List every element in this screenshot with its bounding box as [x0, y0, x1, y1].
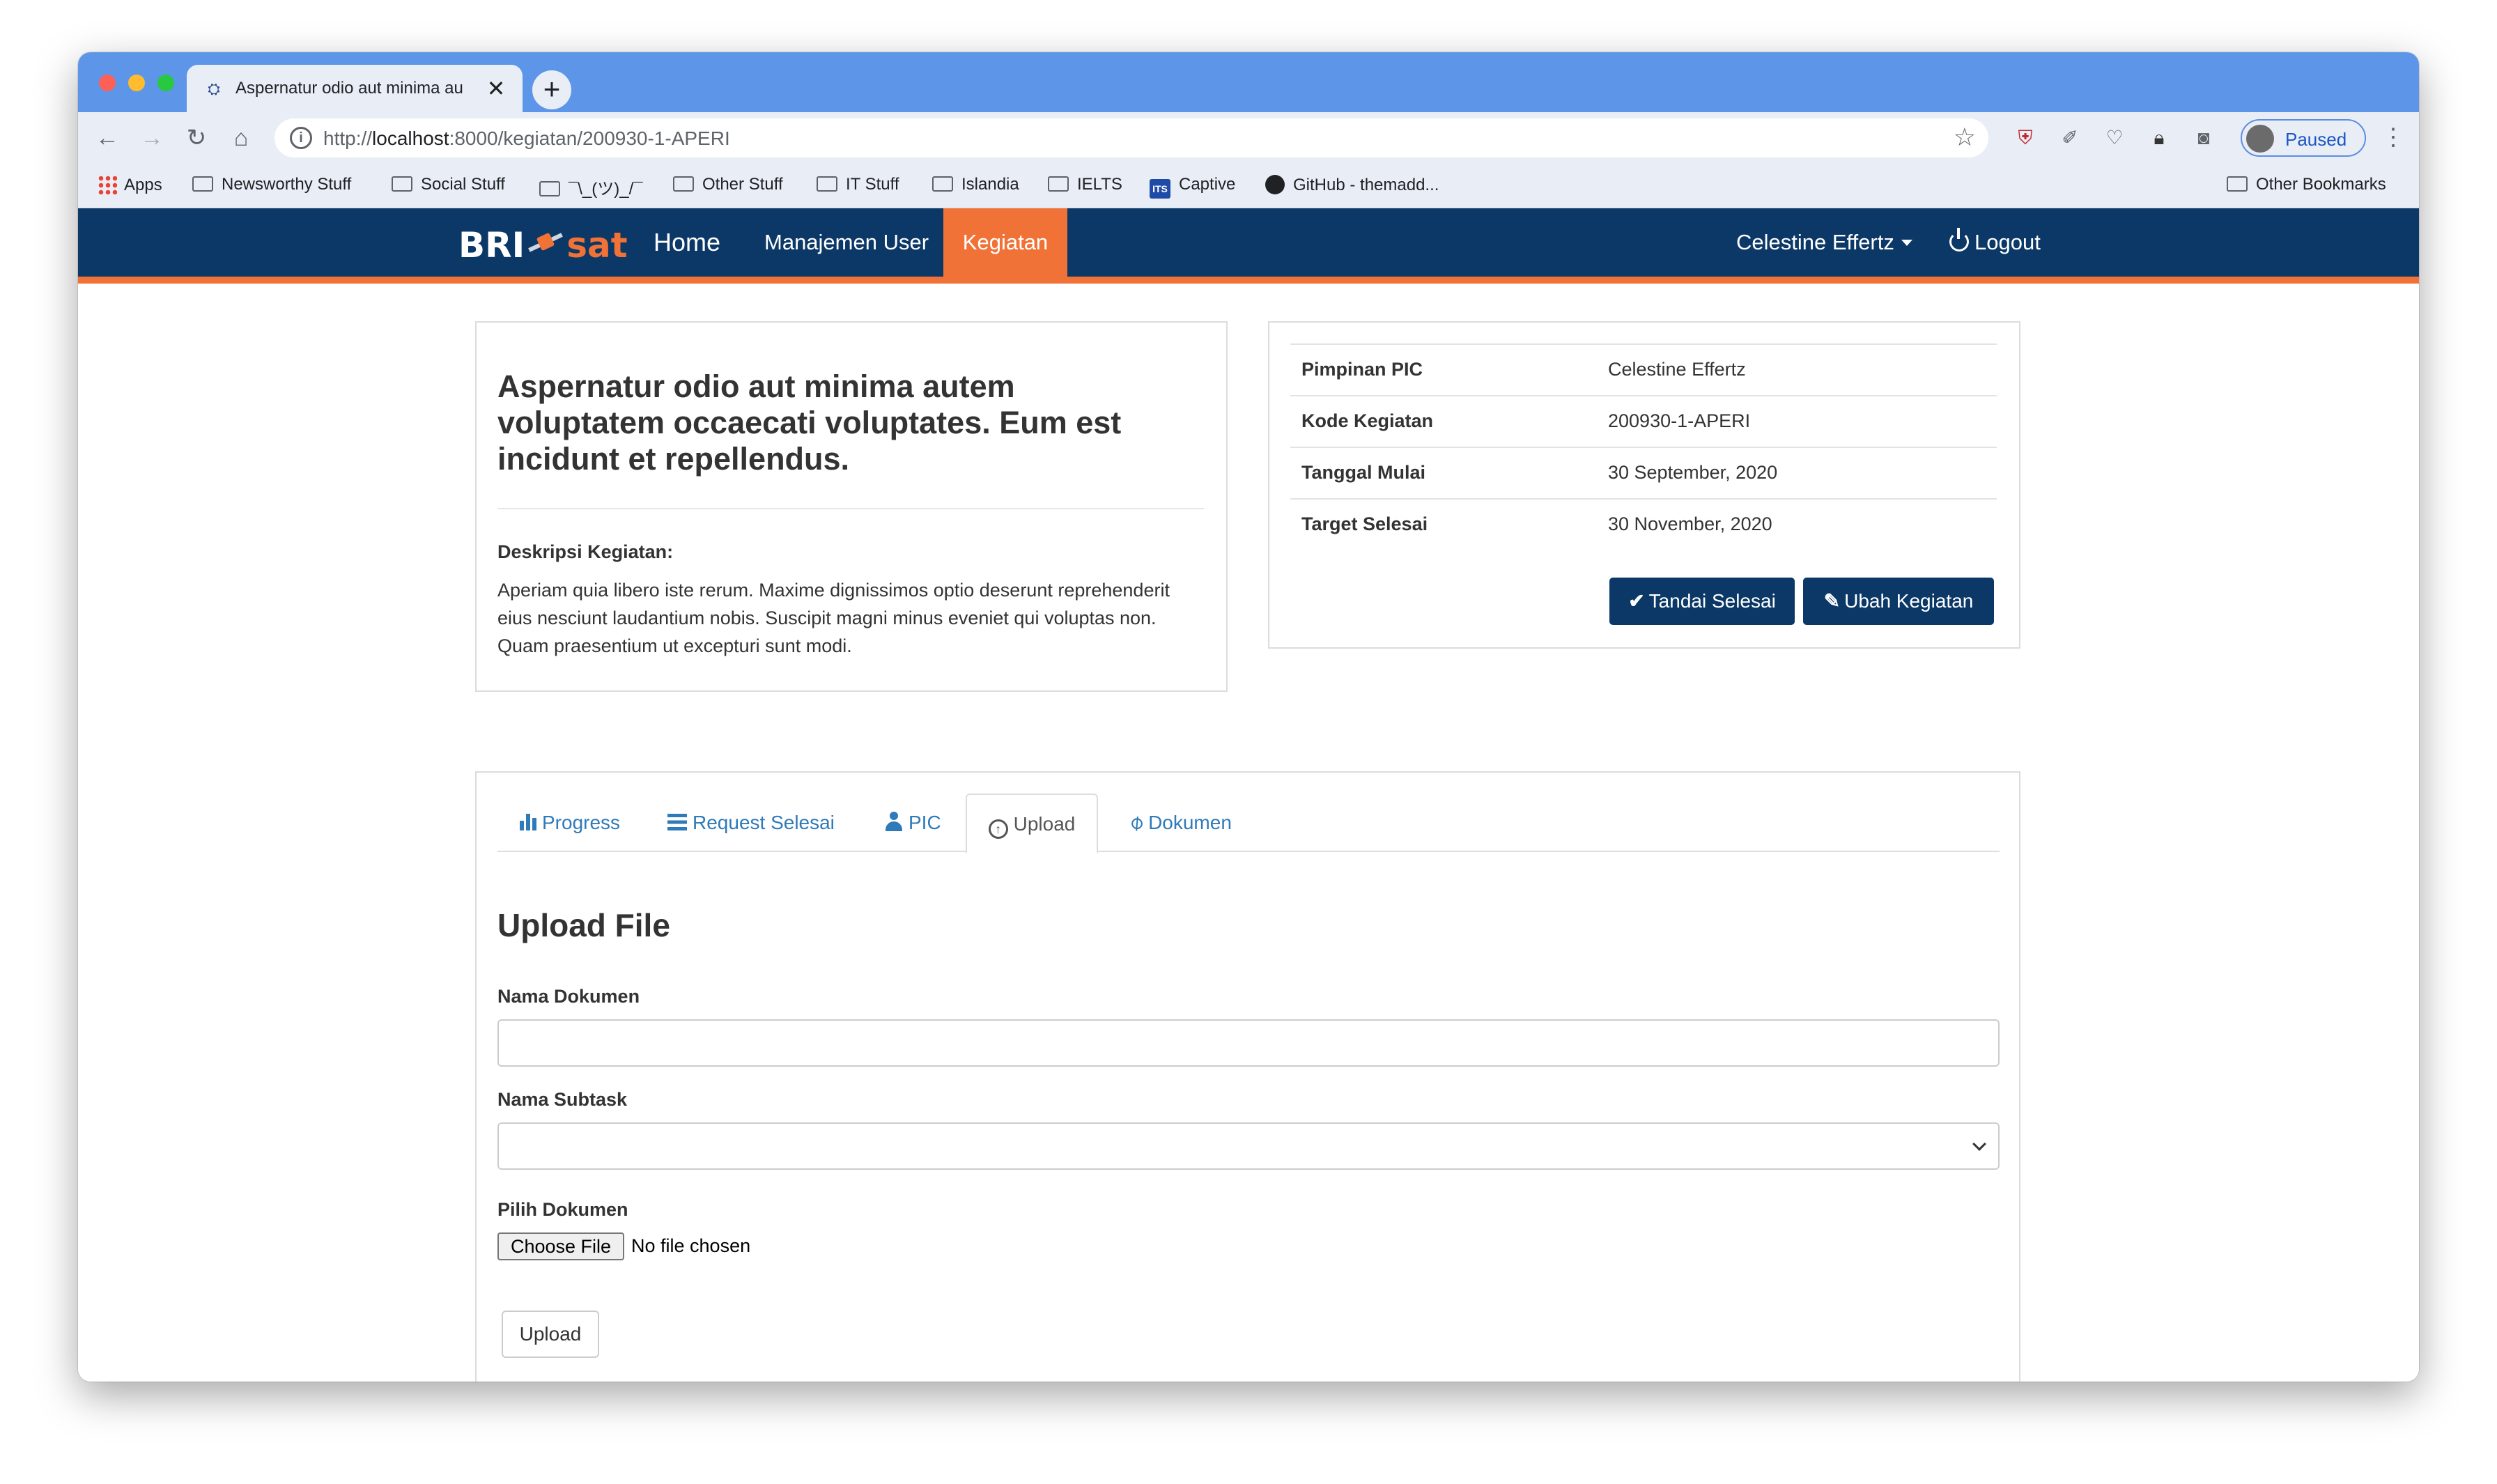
- tab-close-icon[interactable]: ✕: [482, 75, 510, 102]
- bookmark-github[interactable]: GitHub - themadd...: [1265, 175, 1439, 195]
- folder-icon: [192, 176, 213, 192]
- home-icon[interactable]: ⌂: [224, 121, 258, 155]
- tab-documents[interactable]: ⌀Dokumen: [1124, 794, 1232, 852]
- info-row-start: Tanggal Mulai 30 September, 2020: [1290, 447, 1997, 498]
- github-icon: [1265, 175, 1285, 194]
- bookmark-captive[interactable]: ITS Captive: [1150, 175, 1235, 199]
- browser-tab-active[interactable]: ⛭ Aspernatur odio aut minima au ✕: [187, 65, 523, 112]
- user-icon: [885, 812, 903, 831]
- tab-title: Aspernatur odio aut minima au: [235, 79, 463, 98]
- edit-icon: ✎: [1823, 590, 1841, 612]
- address-bar[interactable]: i http://localhost:8000/kegiatan/200930-…: [275, 118, 1988, 157]
- camera-icon[interactable]: ◙: [2189, 123, 2218, 153]
- forward-arrow-icon[interactable]: →: [135, 121, 169, 155]
- check-icon: ✔: [1628, 590, 1645, 612]
- edit-activity-button[interactable]: ✎ Ubah Kegiatan: [1803, 578, 1994, 625]
- reload-icon[interactable]: ↻: [180, 121, 213, 155]
- folder-icon: [932, 176, 953, 192]
- its-icon: ITS: [1150, 179, 1170, 199]
- folder-icon: [539, 181, 560, 196]
- bookmarks-bar: Apps Newsworthy Stuff Social Stuff ¯\_(ツ…: [78, 164, 2419, 208]
- nav-user-management[interactable]: Manajemen User: [764, 208, 929, 277]
- ublock-icon[interactable]: ⛨: [2011, 123, 2040, 153]
- page-content: BRI sat Home Manajemen User Kegiatan Cele…: [78, 208, 2419, 1382]
- lock-icon[interactable]: 🔒︎: [2144, 123, 2174, 153]
- menu-kebab-icon[interactable]: ⋮: [2381, 123, 2405, 151]
- folder-icon: [673, 176, 694, 192]
- profile-button[interactable]: Paused: [2241, 119, 2366, 157]
- choose-doc-label: Pilih Dokumen: [497, 1199, 628, 1220]
- site-info-icon[interactable]: i: [290, 127, 312, 149]
- extension-icon[interactable]: ✐: [2055, 123, 2085, 153]
- tab-request-done[interactable]: Request Selesai: [667, 794, 835, 852]
- mark-done-button[interactable]: ✔ Tandai Selesai: [1609, 578, 1795, 625]
- minimize-window-button[interactable]: [128, 75, 145, 91]
- description-label: Deskripsi Kegiatan:: [497, 541, 674, 562]
- close-window-button[interactable]: [99, 75, 116, 91]
- bookmark-apps[interactable]: Apps: [98, 175, 162, 195]
- info-row-code: Kode Kegiatan 200930-1-APERI: [1290, 395, 1997, 447]
- favicon-icon: ⛭: [208, 80, 220, 98]
- brand-logo[interactable]: BRI sat: [458, 225, 628, 267]
- bookmark-islandia[interactable]: Islandia: [932, 175, 1019, 194]
- bookmark-other-bookmarks[interactable]: Other Bookmarks: [2227, 175, 2386, 194]
- back-arrow-icon[interactable]: ←: [91, 121, 124, 155]
- doc-name-input[interactable]: [497, 1019, 2000, 1067]
- nav-activities[interactable]: Kegiatan: [943, 208, 1067, 277]
- logout-link[interactable]: Logout: [1949, 208, 2041, 277]
- avatar: [2246, 125, 2274, 153]
- new-tab-button[interactable]: +: [532, 70, 571, 109]
- bookmark-other-stuff[interactable]: Other Stuff: [673, 175, 783, 194]
- bookmark-star-icon[interactable]: ☆: [1954, 123, 1976, 152]
- list-icon: [667, 814, 687, 830]
- upload-title: Upload File: [497, 907, 670, 943]
- bookmark-social[interactable]: Social Stuff: [392, 175, 505, 194]
- maximize-window-button[interactable]: [157, 75, 174, 91]
- folder-icon: [392, 176, 412, 192]
- divider: [497, 508, 1204, 509]
- description-text: Aperiam quia libero iste rerum. Maxime d…: [497, 580, 1170, 656]
- file-status-text: No file chosen: [631, 1235, 751, 1256]
- power-icon: [1949, 228, 1969, 252]
- folder-icon: [2227, 176, 2248, 192]
- browser-toolbar: ← → ↻ ⌂ i http://localhost:8000/kegiatan…: [78, 112, 2419, 164]
- info-row-pic: Pimpinan PIC Celestine Effertz: [1290, 343, 1997, 395]
- user-dropdown[interactable]: Celestine Effertz: [1736, 208, 1912, 277]
- tab-progress[interactable]: Progress: [518, 794, 620, 852]
- upload-button[interactable]: Upload: [502, 1311, 599, 1358]
- tab-pic[interactable]: PIC: [885, 794, 941, 852]
- folder-icon: [1048, 176, 1069, 192]
- upload-icon: ↑: [988, 819, 1008, 839]
- url-text: http://localhost:8000/kegiatan/200930-1-…: [323, 127, 730, 149]
- satellite-icon: [525, 228, 566, 256]
- activity-summary-panel: Aspernatur odio aut minima autem volupta…: [475, 321, 1228, 692]
- app-navbar: BRI sat Home Manajemen User Kegiatan Cele…: [78, 208, 2419, 284]
- info-row-target: Target Selesai 30 November, 2020: [1290, 498, 1997, 550]
- nav-home[interactable]: Home: [654, 208, 720, 277]
- chevron-down-icon: [1972, 1137, 1986, 1151]
- tab-strip: ⛭ Aspernatur odio aut minima au ✕ +: [78, 52, 2419, 112]
- bookmark-it-stuff[interactable]: IT Stuff: [817, 175, 899, 194]
- bookmark-shrug[interactable]: ¯\_(ツ)_/¯: [539, 175, 643, 199]
- browser-window: ⛭ Aspernatur odio aut minima au ✕ + ← → …: [78, 52, 2419, 1382]
- subtask-select[interactable]: [497, 1122, 2000, 1170]
- apps-grid-icon: [98, 175, 117, 194]
- bar-chart-icon: [518, 812, 538, 830]
- doc-name-label: Nama Dokumen: [497, 986, 640, 1007]
- choose-file-button[interactable]: Choose File: [497, 1232, 624, 1260]
- caret-down-icon: [1901, 240, 1912, 246]
- activity-tabs-panel: Progress Request Selesai PIC ↑ Upload ⌀Do…: [475, 771, 2020, 1382]
- profile-status: Paused: [2285, 129, 2347, 150]
- bookmark-newsworthy[interactable]: Newsworthy Stuff: [192, 175, 351, 194]
- bookmark-ielts[interactable]: IELTS: [1048, 175, 1122, 194]
- subtask-label: Nama Subtask: [497, 1089, 628, 1110]
- folder-icon: [817, 176, 837, 192]
- pocket-icon[interactable]: ♡: [2100, 123, 2129, 153]
- tab-upload[interactable]: ↑ Upload: [966, 794, 1098, 853]
- activity-info-panel: Pimpinan PIC Celestine Effertz Kode Kegi…: [1268, 321, 2020, 649]
- tab-bar: Progress Request Selesai PIC ↑ Upload ⌀Do…: [497, 794, 2000, 853]
- activity-title: Aspernatur odio aut minima autem volupta…: [497, 369, 1122, 477]
